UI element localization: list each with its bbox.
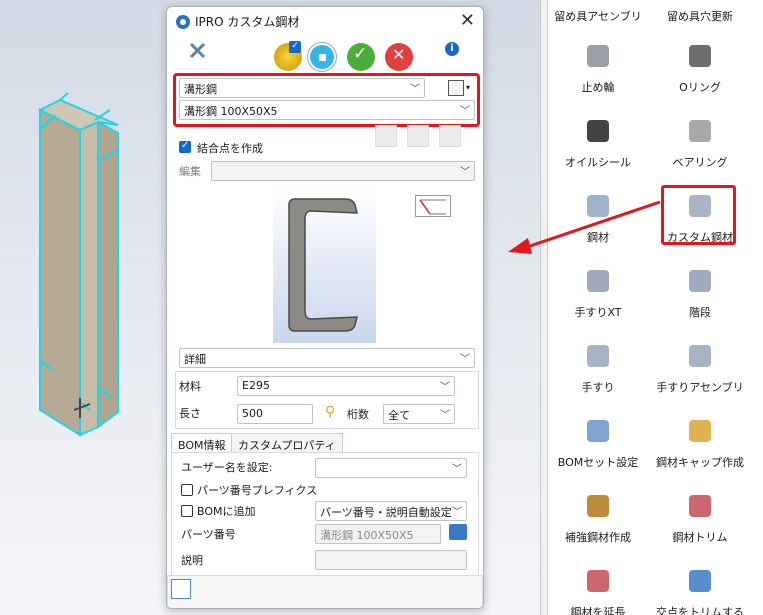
palette-item-10[interactable]: 階段 xyxy=(650,264,750,320)
orientation-picker-icon[interactable] xyxy=(415,195,451,217)
palette-item-5[interactable]: オイルシール xyxy=(548,114,648,170)
palette-item-6[interactable]: ベアリング xyxy=(650,114,750,170)
pointer-arrow xyxy=(508,200,661,254)
palette-item-label: 補強鋼材作成 xyxy=(565,531,631,544)
edit-label: 編集 xyxy=(179,165,201,178)
palette-item-15[interactable]: 補強鋼材作成 xyxy=(548,489,648,545)
cancel-button[interactable]: ✕ xyxy=(385,43,413,71)
palette-item-icon xyxy=(581,114,615,148)
palette-item-2[interactable]: 留め具穴更新 xyxy=(650,2,750,24)
palette-item-label: 手すりアセンブリ xyxy=(656,381,744,394)
palette-item-icon xyxy=(683,564,717,598)
username-label: ユーザー名を設定: xyxy=(181,461,273,474)
palette-item-icon xyxy=(683,339,717,373)
length-input[interactable]: 500 xyxy=(237,404,313,424)
palette-item-1[interactable]: 留め具アセンブリ xyxy=(548,2,648,24)
material-select[interactable]: E295 ﹀ xyxy=(237,376,455,396)
palette-item-icon xyxy=(683,39,717,73)
palette-item-label: 留め具アセンブリ xyxy=(554,10,642,23)
length-label: 長さ xyxy=(179,407,201,420)
edit-select[interactable]: ﹀ xyxy=(211,161,475,181)
palette-item-12[interactable]: 手すりアセンブリ xyxy=(650,339,750,395)
palette-item-icon xyxy=(581,489,615,523)
palette-item-3[interactable]: 止め輪 xyxy=(548,39,648,95)
palette-item-18[interactable]: 交点をトリムする xyxy=(650,564,750,615)
palette-item-icon xyxy=(581,339,615,373)
detail-select[interactable]: 詳細 ﹀ xyxy=(179,348,475,368)
palette-item-11[interactable]: 手すり xyxy=(548,339,648,395)
tools-icon[interactable] xyxy=(187,39,209,61)
palette-item-icon xyxy=(581,564,615,598)
palette-item-label: 階段 xyxy=(689,306,711,319)
palette-item-label: 鋼材キャップ作成 xyxy=(656,456,744,469)
palette-item-label: Oリング xyxy=(679,81,721,94)
palette-item-label: ベアリング xyxy=(672,156,728,169)
node-position-2-icon[interactable] xyxy=(407,125,429,147)
channel-profile-image xyxy=(288,198,358,332)
palette-item-label: 手すり xyxy=(581,381,615,394)
custom-steel-highlight xyxy=(661,185,736,245)
auto-setting-select[interactable]: パーツ番号・説明自動設定 ﹀ xyxy=(315,501,467,521)
palette-item-icon xyxy=(683,414,717,448)
steel-type-select[interactable]: 溝形鋼 ﹀ xyxy=(179,78,425,98)
dialog-footer xyxy=(167,575,483,608)
part-prefix-label: パーツ番号プレフィクス xyxy=(197,484,318,497)
palette-item-label: 鋼材トリム xyxy=(672,531,728,544)
palette-item-9[interactable]: 手すりXT xyxy=(548,264,648,320)
notes-icon[interactable] xyxy=(171,579,191,599)
measure-pick-icon[interactable]: ⚲ xyxy=(325,404,335,420)
ipro-logo-icon xyxy=(176,15,190,29)
palette-item-16[interactable]: 鋼材トリム xyxy=(650,489,750,545)
profile-preview xyxy=(273,187,376,343)
add-bom-label: BOMに追加 xyxy=(197,505,256,518)
part-number-label: パーツ番号 xyxy=(181,528,236,541)
palette-item-14[interactable]: 鋼材キャップ作成 xyxy=(650,414,750,470)
apply-button[interactable] xyxy=(308,43,336,71)
create-node-label: 結合点を作成 xyxy=(197,142,263,155)
palette-item-13[interactable]: BOMセット設定 xyxy=(548,414,648,470)
digits-label: 桁数 xyxy=(347,408,369,421)
part-number-edit-icon[interactable] xyxy=(449,524,467,540)
node-position-1-icon[interactable] xyxy=(375,125,397,147)
palette-item-icon xyxy=(683,489,717,523)
palette-item-icon xyxy=(683,264,717,298)
library-icon[interactable] xyxy=(448,80,464,96)
palette-item-17[interactable]: 鋼材を延長 xyxy=(548,564,648,615)
palette-item-label: オイルシール xyxy=(565,156,631,169)
palette-item-label: 手すりXT xyxy=(574,306,622,319)
close-button[interactable]: ✕ xyxy=(460,10,475,31)
palette-item-icon xyxy=(581,414,615,448)
ok-button[interactable]: ✓ xyxy=(347,43,375,71)
digits-select[interactable]: 全て ﹀ xyxy=(383,404,455,424)
material-label: 材料 xyxy=(179,380,201,393)
palette-item-label: 鋼材を延長 xyxy=(570,606,626,615)
steel-size-select[interactable]: 溝形鋼 100X50X5 ﹀ xyxy=(179,100,475,120)
description-field[interactable] xyxy=(315,550,467,570)
create-node-checkbox[interactable] xyxy=(179,140,191,153)
description-label: 説明 xyxy=(181,554,203,567)
info-icon[interactable]: i xyxy=(445,42,459,56)
dialog-title: IPRO カスタム鋼材 xyxy=(195,15,300,29)
palette-item-label: 止め輪 xyxy=(581,81,615,94)
part-prefix-checkbox[interactable] xyxy=(181,484,193,496)
palette-item-icon xyxy=(683,114,717,148)
add-bom-checkbox[interactable] xyxy=(181,505,193,517)
node-position-3-icon[interactable] xyxy=(439,125,461,147)
dialog-titlebar: IPRO カスタム鋼材 ✕ xyxy=(167,7,483,35)
palette-item-label: BOMセット設定 xyxy=(557,456,639,469)
custom-steel-dialog: IPRO カスタム鋼材 ✕ ✓ ✓ ✕ i 溝形鋼 ﹀ ▾ 溝形鋼 100X50X… xyxy=(166,6,484,609)
username-select[interactable]: ﹀ xyxy=(315,458,467,478)
part-number-field[interactable]: 溝形鋼 100X50X5 xyxy=(315,524,441,544)
tool-palette: 留め具アセンブリ 留め具穴更新 止め輪 Oリング オイルシール ベアリング 鋼材 カスタム鋼材… xyxy=(548,0,763,615)
palette-item-icon xyxy=(581,39,615,73)
palette-item-label: 留め具穴更新 xyxy=(667,10,733,23)
library-dropdown-icon[interactable]: ▾ xyxy=(466,83,470,92)
palette-item-4[interactable]: Oリング xyxy=(650,39,750,95)
panel-splitter[interactable] xyxy=(540,0,548,615)
checked-badge-icon: ✓ xyxy=(289,41,301,53)
palette-item-label: 交点をトリムする xyxy=(656,606,744,615)
palette-item-icon xyxy=(581,264,615,298)
